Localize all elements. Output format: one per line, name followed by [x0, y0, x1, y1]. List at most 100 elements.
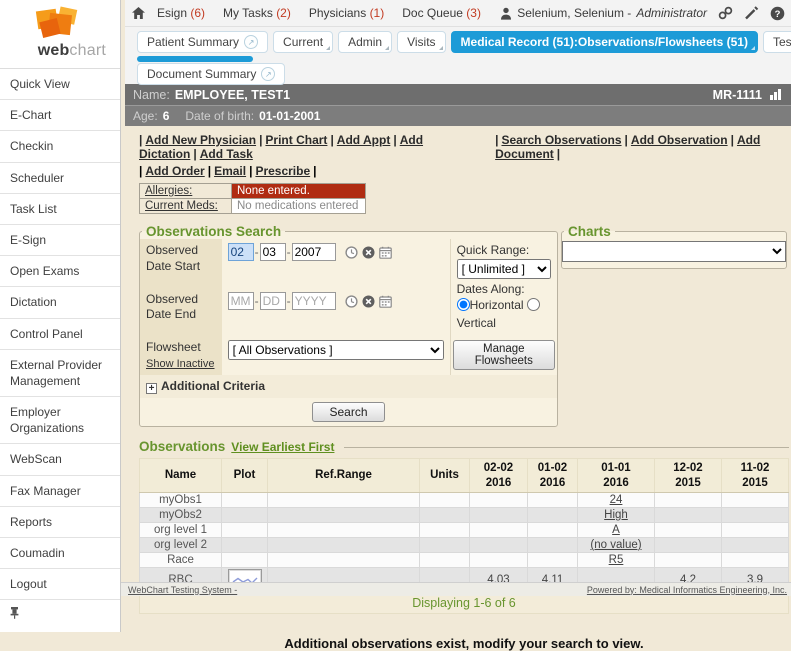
sidebar-item-scheduler[interactable]: Scheduler	[0, 163, 120, 194]
obs-value-link[interactable]: R5	[609, 554, 624, 566]
allergies-link[interactable]: Allergies:	[145, 185, 192, 197]
mr-number: MR-1111	[712, 87, 762, 102]
sidebar-item-webscan[interactable]: WebScan	[0, 444, 120, 476]
sidebar-item-checkin[interactable]: Checkin	[0, 131, 120, 163]
add-task-link[interactable]: Add Task	[200, 147, 253, 161]
tab-document-summary[interactable]: Document Summary ↗	[137, 63, 286, 85]
popout-icon[interactable]: ↗	[244, 35, 259, 49]
sidebar-item-dictation[interactable]: Dictation	[0, 287, 120, 319]
obs-value-link[interactable]: High	[604, 509, 628, 521]
add-order-link[interactable]: Add Order	[145, 164, 204, 178]
add-appt-link[interactable]: Add Appt	[337, 133, 391, 147]
table-row: Race R5	[139, 551, 789, 568]
add-observation-link[interactable]: Add Observation	[631, 133, 728, 147]
prescribe-link[interactable]: Prescribe	[255, 164, 310, 178]
obs-name: myObs2	[139, 506, 222, 523]
tab-visits[interactable]: Visits	[397, 31, 446, 53]
webchart-logo[interactable]: webchart	[0, 0, 120, 69]
current-meds-link[interactable]: Current Meds:	[145, 200, 218, 212]
obs-name: Race	[139, 551, 222, 568]
charts-select[interactable]	[562, 241, 786, 262]
quick-range-select[interactable]: [ Unlimited ]	[456, 259, 551, 279]
observed-date-end-label: Observed Date End	[140, 287, 222, 336]
search-observations-link[interactable]: Search Observations	[501, 133, 621, 147]
sidebar-item-open-exams[interactable]: Open Exams	[0, 256, 120, 288]
pin-icon[interactable]	[10, 606, 19, 620]
sidebar-item-e-sign[interactable]: E-Sign	[0, 225, 120, 257]
print-chart-link[interactable]: Print Chart	[265, 133, 327, 147]
obs-value-link[interactable]: (no value)	[590, 539, 641, 551]
user-role: Administrator	[636, 6, 707, 20]
user-name: Selenium, Selenium -	[517, 6, 632, 20]
footer-system-link[interactable]: WebChart Testing System -	[128, 585, 237, 595]
horizontal-radio-label: Horizontal	[469, 298, 524, 312]
patient-dob: 01-01-2001	[259, 109, 321, 123]
sidebar-item-e-chart[interactable]: E-Chart	[0, 100, 120, 132]
start-day-input[interactable]	[259, 243, 286, 261]
sidebar-item-fax-manager[interactable]: Fax Manager	[0, 476, 120, 507]
add-new-physician-link[interactable]: Add New Physician	[145, 133, 256, 147]
footer-powered-by-link[interactable]: Powered by: Medical Informatics Engineer…	[587, 585, 787, 595]
topnav-physicians[interactable]: Physicians (1)	[309, 6, 384, 20]
sidebar-item-control-panel[interactable]: Control Panel	[0, 319, 120, 350]
time-icon[interactable]	[345, 295, 358, 308]
expand-additional-criteria-icon[interactable]: +	[146, 383, 157, 395]
clear-date-icon[interactable]	[362, 295, 375, 308]
home-icon[interactable]	[131, 6, 146, 20]
search-and-charts-panels: Observations Search Observed Date Start …	[139, 224, 789, 428]
link-icon[interactable]	[718, 6, 733, 20]
tab-test-results[interactable]: Test Results	[762, 31, 791, 53]
calendar-icon[interactable]	[379, 295, 392, 308]
tab-admin[interactable]: Admin	[338, 31, 393, 53]
wand-icon[interactable]	[744, 6, 759, 20]
chart-graph-icon[interactable]	[768, 88, 783, 101]
charts-panel: Charts	[561, 224, 787, 269]
esign-count: (6)	[190, 6, 206, 20]
vertical-radio[interactable]	[526, 298, 540, 311]
current-meds-value: No medications entered	[231, 198, 366, 214]
obs-value-link[interactable]: 24	[610, 494, 623, 506]
start-year-input[interactable]	[291, 243, 336, 261]
sidebar-item-employer-organizations[interactable]: Employer Organizations	[0, 397, 120, 445]
sidebar-item-external-provider-management[interactable]: External Provider Management	[0, 350, 120, 398]
flowsheet-select[interactable]: [ All Observations ]	[227, 340, 444, 360]
topnav-esign[interactable]: Esign (6)	[157, 6, 205, 20]
show-inactive-link[interactable]: Show Inactive	[146, 358, 214, 370]
my-tasks-count: (2)	[276, 6, 291, 20]
col-date-1: 02-02 2016	[469, 458, 528, 493]
obs-value-link[interactable]: A	[612, 524, 620, 536]
patient-age: 6	[162, 109, 170, 123]
sidebar-item-coumadin[interactable]: Coumadin	[0, 538, 120, 570]
action-links-left: | Add New Physician | Print Chart | Add Appt |…	[139, 133, 424, 161]
tab-medical-record-observations[interactable]: Medical Record (51): Observations/Flowshe…	[450, 31, 758, 53]
topnav-my-tasks[interactable]: My Tasks (2)	[223, 6, 291, 20]
horizontal-radio[interactable]	[456, 298, 470, 311]
tab-patient-summary[interactable]: Patient Summary ↗	[137, 31, 269, 53]
tab-row-2: Document Summary ↗	[137, 63, 791, 85]
search-button[interactable]: Search	[312, 402, 385, 423]
clear-date-icon[interactable]	[362, 246, 375, 259]
top-bar: Esign (6) My Tasks (2) Physicians (1) Do…	[125, 0, 791, 27]
sidebar-item-quick-view[interactable]: Quick View	[0, 69, 120, 101]
end-year-input[interactable]	[291, 291, 336, 310]
help-icon[interactable]: ?	[770, 6, 785, 21]
user-menu[interactable]: Selenium, Selenium - Administrator	[500, 6, 707, 20]
age-label: Age:	[133, 109, 158, 123]
start-month-input[interactable]	[227, 243, 254, 261]
sidebar-item-reports[interactable]: Reports	[0, 507, 120, 538]
physicians-count: (1)	[369, 6, 385, 20]
end-day-input[interactable]	[259, 291, 286, 310]
sidebar: webchart Quick View E-Chart Checkin Sche…	[0, 0, 121, 633]
time-icon[interactable]	[345, 246, 358, 259]
email-link[interactable]: Email	[214, 164, 246, 178]
doc-queue-count: (3)	[466, 6, 481, 20]
manage-flowsheets-button[interactable]: Manage Flowsheets	[452, 340, 555, 370]
tab-current[interactable]: Current	[273, 31, 334, 53]
topnav-doc-queue[interactable]: Doc Queue (3)	[402, 6, 481, 20]
obs-name: org level 2	[139, 536, 222, 553]
view-earliest-first-link[interactable]: View Earliest First	[231, 440, 334, 454]
end-month-input[interactable]	[227, 291, 254, 310]
calendar-icon[interactable]	[379, 246, 392, 260]
sidebar-item-task-list[interactable]: Task List	[0, 194, 120, 225]
popout-icon[interactable]: ↗	[261, 67, 276, 81]
